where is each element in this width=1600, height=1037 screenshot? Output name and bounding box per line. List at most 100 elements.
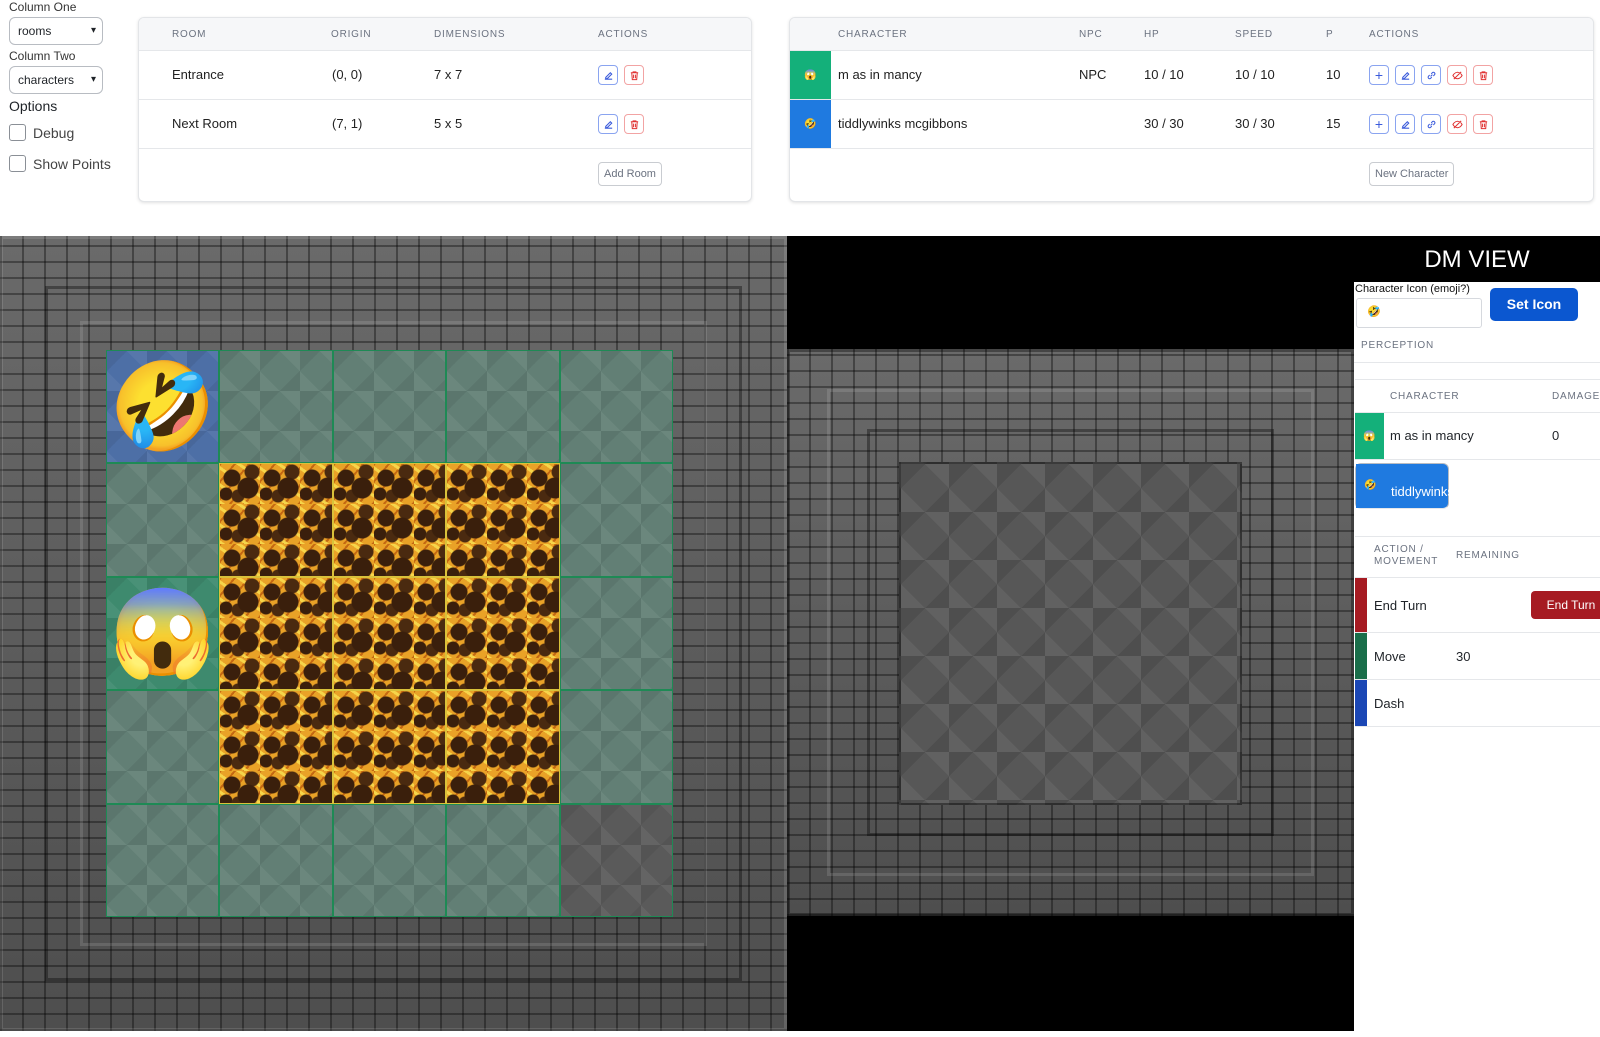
character-damage: 0: [1552, 428, 1560, 443]
dm-action-table: ACTION / MOVEMENT REMAINING End Turn End…: [1355, 536, 1600, 727]
lava-cell[interactable]: [219, 576, 333, 691]
table-row: Next Room (7, 1) 5 x 5: [139, 100, 751, 149]
column-two-select[interactable]: characters ▾: [9, 66, 103, 94]
delete-character-button[interactable]: [1473, 114, 1493, 134]
character-p: 10: [1326, 67, 1341, 82]
plus-icon: +: [1374, 67, 1384, 83]
characters-table-header: CHARACTER NPC HP SPEED P ACTIONS: [790, 18, 1593, 51]
link-character-button[interactable]: [1421, 65, 1441, 85]
grid-cell[interactable]: [332, 803, 447, 917]
action-color-bar: [1355, 680, 1367, 726]
new-character-button[interactable]: New Character: [1369, 162, 1455, 186]
grid-cell[interactable]: [106, 463, 220, 577]
action-row-dash[interactable]: Dash: [1355, 680, 1600, 727]
perception-header: PERCEPTION: [1354, 330, 1600, 363]
hide-character-button[interactable]: [1447, 65, 1467, 85]
delete-character-button[interactable]: [1473, 65, 1493, 85]
grid-cell[interactable]: [559, 463, 673, 577]
character-token-laughing[interactable]: 🤣: [107, 351, 218, 462]
character-icon-input[interactable]: 🤣: [1356, 298, 1482, 328]
lava-cell[interactable]: [446, 576, 560, 691]
grid-cell[interactable]: [106, 690, 220, 804]
character-speed: 30 / 30: [1235, 116, 1275, 131]
header-p: P: [1326, 29, 1334, 40]
lava-cell[interactable]: [219, 463, 333, 577]
character-icon-label: Character Icon (emoji?): [1355, 283, 1470, 295]
room-dimensions: 5 x 5: [434, 116, 463, 131]
lava-cell[interactable]: [446, 463, 560, 577]
character-name: m as in mancy: [838, 67, 922, 82]
edit-character-button[interactable]: [1395, 65, 1415, 85]
grid-cell[interactable]: [559, 350, 673, 464]
hide-character-button[interactable]: [1447, 114, 1467, 134]
link-icon: [1427, 120, 1435, 128]
lava-cell[interactable]: [219, 690, 333, 804]
debug-checkbox-row[interactable]: Debug: [9, 124, 129, 141]
add-to-initiative-button[interactable]: +: [1369, 65, 1389, 85]
set-icon-button[interactable]: Set Icon: [1490, 288, 1578, 321]
grid-cell[interactable]: [559, 690, 673, 804]
room-grid[interactable]: 🤣 😱: [106, 350, 673, 917]
edit-room-button[interactable]: [598, 114, 618, 134]
header-speed: SPEED: [1235, 29, 1273, 40]
edit-room-button[interactable]: [598, 65, 618, 85]
character-damage: 0: [1553, 484, 1561, 499]
rooms-table: ROOM ORIGIN DIMENSIONS ACTIONS Entrance …: [138, 17, 752, 202]
end-turn-button[interactable]: End Turn: [1531, 591, 1600, 619]
character-token-screaming[interactable]: 😱: [107, 578, 218, 689]
character-name: tiddlywinks mcgibbons: [1391, 484, 1454, 525]
add-room-button[interactable]: Add Room: [598, 162, 662, 186]
dm-character-table: CHARACTER DAMAGE 😱 m as in mancy 0 🤣 tid…: [1355, 379, 1600, 525]
grid-cell[interactable]: [332, 350, 447, 464]
show-points-checkbox-row[interactable]: Show Points: [9, 155, 129, 172]
grid-cell[interactable]: 😱: [106, 576, 220, 691]
grid-cell[interactable]: [106, 803, 220, 917]
action-row-move[interactable]: Move 30: [1355, 633, 1600, 680]
grid-cell[interactable]: [219, 350, 333, 464]
header-npc: NPC: [1079, 29, 1103, 40]
grid-cell[interactable]: [446, 803, 560, 917]
character-icon-swatch: 🤣: [1356, 464, 1385, 508]
action-remaining: 30: [1456, 649, 1471, 664]
lava-cell[interactable]: [446, 690, 560, 804]
delete-room-button[interactable]: [624, 114, 644, 134]
lava-cell[interactable]: [332, 576, 447, 691]
column-one-select[interactable]: rooms ▾: [9, 17, 103, 45]
header-actions: ACTIONS: [1369, 29, 1420, 40]
header-actions: ACTIONS: [598, 29, 649, 40]
grid-cell[interactable]: [559, 803, 673, 917]
character-npc: NPC: [1079, 67, 1107, 82]
link-character-button[interactable]: [1421, 114, 1441, 134]
header-origin: ORIGIN: [331, 29, 372, 40]
add-to-initiative-button[interactable]: +: [1369, 114, 1389, 134]
grid-cell[interactable]: [446, 350, 560, 464]
show-points-label: Show Points: [33, 155, 111, 172]
show-points-checkbox[interactable]: [9, 155, 26, 172]
grid-cell[interactable]: [559, 576, 673, 691]
edit-character-button[interactable]: [1395, 114, 1415, 134]
delete-room-button[interactable]: [624, 65, 644, 85]
view-options-panel: Column One rooms ▾ Column Two characters…: [9, 0, 129, 172]
lava-cell[interactable]: [332, 690, 447, 804]
game-board[interactable]: 🤣 😱: [0, 236, 787, 1031]
action-table-header: ACTION / MOVEMENT REMAINING: [1355, 537, 1600, 578]
room-name: Next Room: [172, 116, 238, 131]
character-name: m as in mancy: [1390, 428, 1474, 443]
edit-icon: [604, 71, 612, 80]
debug-checkbox[interactable]: [9, 124, 26, 141]
grid-cell[interactable]: 🤣: [106, 350, 220, 464]
table-row[interactable]: 🤣 tiddlywinks mcgibbons 30 / 30 30 / 30 …: [790, 100, 1593, 149]
lava-cell[interactable]: [332, 463, 447, 577]
column-two-label: Column Two: [9, 49, 76, 63]
character-hp: 10 / 10: [1144, 67, 1184, 82]
room-origin: (0, 0): [332, 67, 363, 82]
room-floor[interactable]: [899, 462, 1242, 805]
dm-character-row-selected[interactable]: 🤣 tiddlywinks mcgibbons 0: [1355, 463, 1560, 525]
dm-room-view[interactable]: [787, 349, 1354, 916]
grid-cell[interactable]: [219, 803, 333, 917]
header-hp: HP: [1144, 29, 1160, 40]
characters-table: CHARACTER NPC HP SPEED P ACTIONS 😱 m as …: [789, 17, 1594, 202]
dm-character-row[interactable]: 😱 m as in mancy 0: [1355, 413, 1600, 460]
header-remaining: REMAINING: [1456, 550, 1520, 561]
table-row[interactable]: 😱 m as in mancy NPC 10 / 10 10 / 10 10 +: [790, 51, 1593, 100]
